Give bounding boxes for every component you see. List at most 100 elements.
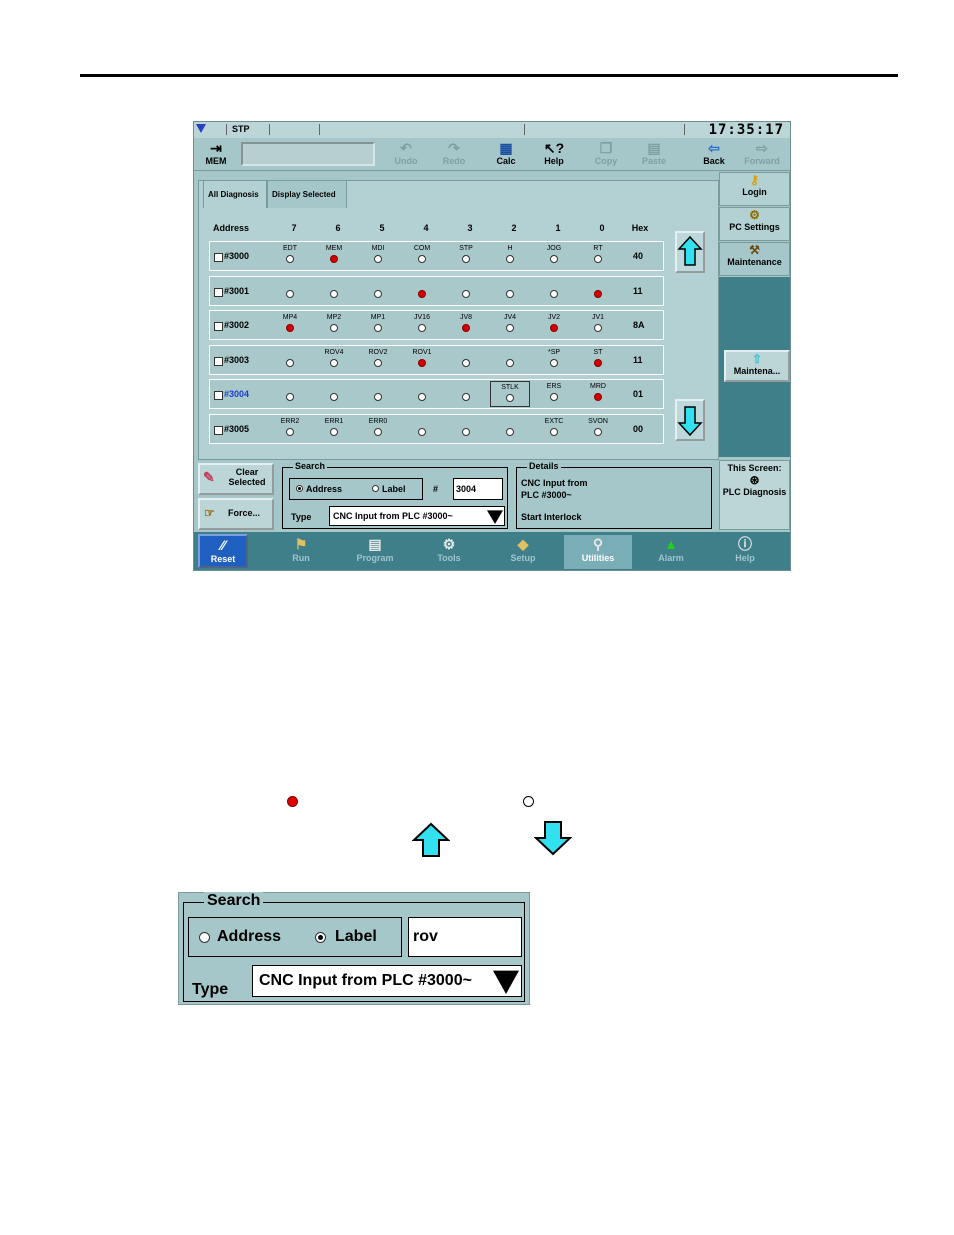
paste-button[interactable]: ▤ Paste bbox=[632, 140, 676, 168]
bit-label: MP2 bbox=[326, 314, 342, 321]
bit-off-indicator bbox=[550, 393, 558, 401]
address-radio-label: Address bbox=[306, 484, 343, 494]
bit-off-indicator-icon bbox=[523, 796, 534, 807]
nav-program[interactable]: ▤ Program bbox=[346, 535, 404, 569]
bit-off-indicator bbox=[330, 324, 338, 332]
undo-button[interactable]: ↶ Undo bbox=[384, 140, 428, 168]
row-address[interactable]: #3004 bbox=[224, 389, 249, 399]
forward-arrow-icon: ⇨ bbox=[756, 140, 768, 156]
bit-cell: ROV1 bbox=[402, 347, 442, 367]
bit-label: MP1 bbox=[370, 314, 386, 321]
type-select[interactable]: CNC Input from PLC #3000~ bbox=[329, 506, 505, 526]
scroll-up-button[interactable] bbox=[675, 231, 705, 273]
row-checkbox[interactable] bbox=[214, 425, 223, 435]
bit-label bbox=[446, 381, 486, 393]
bit-label bbox=[402, 416, 442, 428]
mem-label: MEM bbox=[205, 156, 227, 166]
back-label: Back bbox=[703, 156, 725, 166]
bit-label bbox=[534, 278, 574, 290]
help-button[interactable]: ↖? Help bbox=[532, 140, 576, 168]
search-input[interactable] bbox=[453, 478, 503, 500]
bit-cell bbox=[314, 278, 354, 298]
bit-off-indicator bbox=[374, 358, 382, 367]
bit-label: STLK bbox=[501, 384, 519, 391]
bit-label bbox=[446, 347, 486, 359]
row-checkbox[interactable] bbox=[214, 356, 223, 366]
reset-icon: ⁄⁄ bbox=[220, 537, 226, 553]
nav-setup-label: Setup bbox=[510, 553, 536, 563]
copy-button[interactable]: ❐ Copy bbox=[584, 140, 628, 168]
bit-cell: MP2 bbox=[314, 312, 354, 332]
calculator-icon: ▦ bbox=[499, 140, 513, 156]
row-checkbox[interactable] bbox=[214, 287, 223, 297]
bit-cell bbox=[402, 416, 442, 436]
bit-off-indicator bbox=[286, 255, 294, 263]
bit-label: JOG bbox=[546, 245, 562, 252]
bit-label bbox=[270, 381, 310, 393]
zoom-type-value: CNC Input from PLC #3000~ bbox=[259, 972, 472, 989]
row-address[interactable]: #3003 bbox=[224, 355, 249, 365]
bit-cell: MDI bbox=[358, 243, 398, 263]
row-address[interactable]: #3000 bbox=[224, 251, 249, 261]
force-button[interactable]: ☞ Force... bbox=[198, 498, 274, 530]
row-hex-value: 11 bbox=[633, 354, 643, 365]
table-row: #3000 EDT MEM MDI COM STP H JOG RT 40 bbox=[209, 241, 664, 271]
bit-label bbox=[402, 381, 442, 393]
label-radio[interactable] bbox=[372, 485, 379, 492]
back-button[interactable]: ⇦ Back bbox=[692, 140, 736, 168]
pc-settings-button[interactable]: ⚙ PC Settings bbox=[719, 207, 790, 241]
bit-cell: MP4 bbox=[270, 312, 310, 332]
nav-run-label: Run bbox=[292, 553, 310, 563]
address-radio[interactable] bbox=[296, 485, 303, 492]
bit-cell: MP1 bbox=[358, 312, 398, 332]
nav-help[interactable]: ⓘ Help bbox=[716, 535, 774, 569]
pc-settings-icon: ⚙ bbox=[749, 208, 760, 222]
bit-cell: H bbox=[490, 243, 530, 263]
nav-tools[interactable]: ⚙ Tools bbox=[420, 535, 478, 569]
row-address[interactable]: #3002 bbox=[224, 320, 249, 330]
clear-icon: ✎ bbox=[203, 469, 215, 485]
calc-button[interactable]: ▦ Calc bbox=[484, 140, 528, 168]
bit-label: ROV2 bbox=[368, 348, 388, 356]
zoom-address-radio[interactable] bbox=[199, 932, 210, 943]
maintenance-button[interactable]: ⇧ Maintena... bbox=[724, 350, 790, 382]
row-checkbox[interactable] bbox=[214, 253, 223, 262]
clear-selected-button[interactable]: ✎ Clear Selected bbox=[198, 463, 274, 495]
row-checkbox[interactable] bbox=[214, 391, 223, 400]
bit-cell: JV4 bbox=[490, 312, 530, 332]
bit-cell bbox=[270, 347, 310, 367]
type-select-value: CNC Input from PLC #3000~ bbox=[333, 511, 453, 521]
forward-button[interactable]: ⇨ Forward bbox=[740, 140, 784, 168]
redo-label: Redo bbox=[442, 156, 466, 166]
bit-cell: JV16 bbox=[402, 312, 442, 332]
zoom-label-radio[interactable] bbox=[315, 932, 326, 943]
bit-label: ST bbox=[593, 348, 603, 356]
redo-button[interactable]: ↷ Redo bbox=[432, 140, 476, 168]
bit-label: MRD bbox=[590, 383, 606, 390]
table-row: #3002 MP4 MP2 MP1 JV16 JV8 JV4 JV2 JV1 8A bbox=[209, 310, 664, 340]
reset-button[interactable]: ⁄⁄ Reset bbox=[198, 534, 248, 568]
row-address[interactable]: #3005 bbox=[224, 424, 249, 434]
bit-on-indicator bbox=[462, 324, 470, 332]
zoom-search-input[interactable] bbox=[408, 917, 522, 957]
row-hex-value: 8A bbox=[633, 320, 645, 330]
tab-all-diagnosis[interactable]: All Diagnosis bbox=[203, 180, 267, 208]
tab-display-selected[interactable]: Display Selected bbox=[267, 180, 347, 208]
status-bar: STP 17:35:17 bbox=[194, 122, 790, 139]
row-address[interactable]: #3001 bbox=[224, 286, 249, 296]
bit-cell: ST bbox=[578, 347, 618, 367]
mem-button[interactable]: ⇥ MEM bbox=[196, 140, 236, 168]
maintenance-tab[interactable]: ⚒ Maintenance bbox=[719, 242, 790, 276]
nav-setup[interactable]: ◆ Setup bbox=[494, 535, 552, 569]
scroll-down-button[interactable] bbox=[675, 399, 705, 441]
column-header: 5 bbox=[379, 223, 385, 233]
plc-diagnosis-label: PLC Diagnosis bbox=[722, 487, 787, 497]
zoom-type-select[interactable]: CNC Input from PLC #3000~ bbox=[252, 965, 522, 997]
login-button[interactable]: ⚷ Login bbox=[719, 172, 790, 206]
nav-run[interactable]: ⚑ Run bbox=[272, 535, 330, 569]
nav-alarm[interactable]: ▲ Alarm bbox=[642, 535, 700, 569]
row-checkbox[interactable] bbox=[214, 322, 223, 331]
search-legend: Search bbox=[293, 461, 328, 471]
nav-utilities[interactable]: ⚲ Utilities bbox=[564, 535, 632, 569]
bit-cell bbox=[446, 347, 486, 367]
